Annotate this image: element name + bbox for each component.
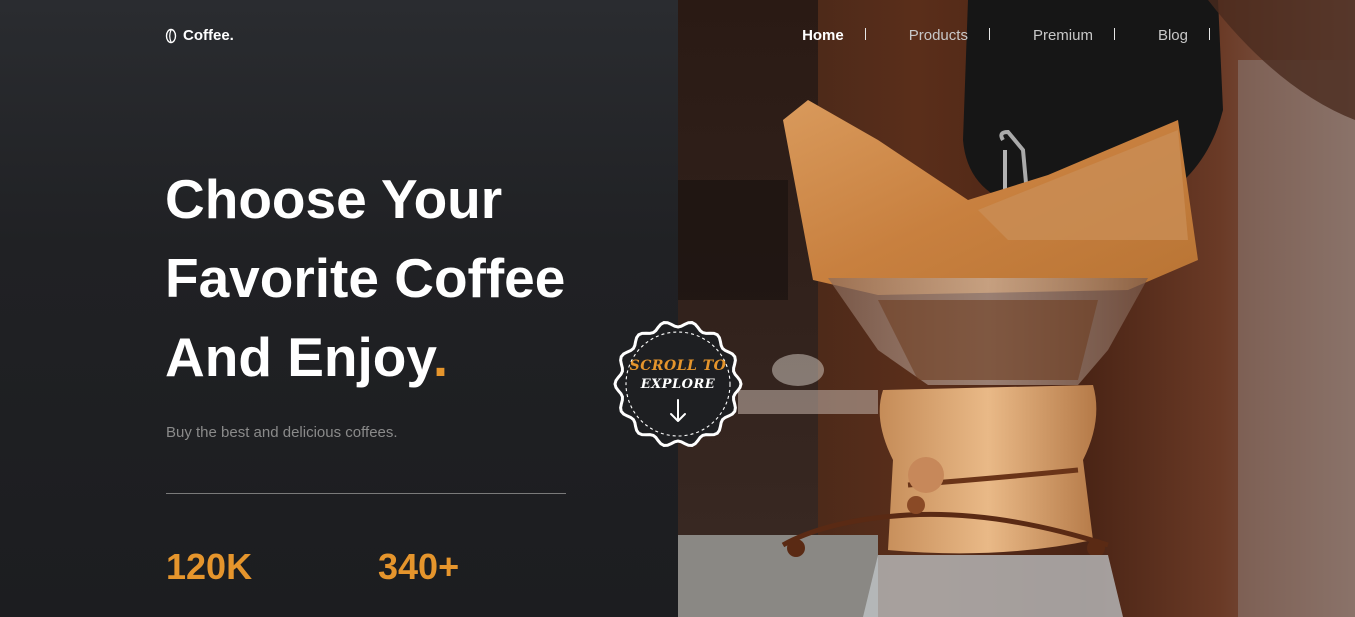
stat-value: 120K — [166, 546, 253, 587]
hero-title: Choose Your Favorite Coffee And Enjoy. — [165, 160, 565, 397]
badge-line1: SCROLL TO — [629, 358, 727, 374]
hero-subtitle: Buy the best and delicious coffees. — [166, 424, 398, 441]
coffee-bean-icon — [165, 28, 177, 43]
scroll-to-explore-button[interactable]: SCROLL TO EXPLORE — [612, 318, 744, 450]
badge-line2: EXPLORE — [640, 377, 716, 392]
hero-divider — [166, 493, 566, 494]
nav-item-home[interactable]: Home — [802, 27, 844, 44]
nav-item-premium[interactable]: Premium — [1033, 27, 1093, 44]
brand-logo[interactable]: Coffee. — [165, 27, 234, 44]
nav-divider — [1209, 27, 1210, 40]
nav-item-products[interactable]: Products — [909, 27, 968, 44]
nav-item-blog[interactable]: Blog — [1158, 27, 1188, 44]
arrow-down-icon — [670, 399, 686, 422]
hero-title-text: And Enjoy — [165, 326, 433, 388]
main-nav: Home Products Premium Blog — [802, 27, 1210, 44]
nav-divider — [1113, 27, 1115, 40]
coffee-pour-over-photo — [678, 0, 1355, 617]
accent-dot: . — [432, 326, 449, 388]
stat-value: 340+ — [378, 546, 460, 587]
nav-divider — [988, 27, 990, 40]
hero-title-line: Choose Your — [165, 168, 503, 230]
hero-title-line: Favorite Coffee — [165, 247, 566, 309]
hero-image — [678, 0, 1355, 617]
brand-name: Coffee. — [183, 27, 234, 44]
nav-divider — [864, 27, 866, 40]
hero-title-line-last: And Enjoy. — [165, 318, 565, 397]
